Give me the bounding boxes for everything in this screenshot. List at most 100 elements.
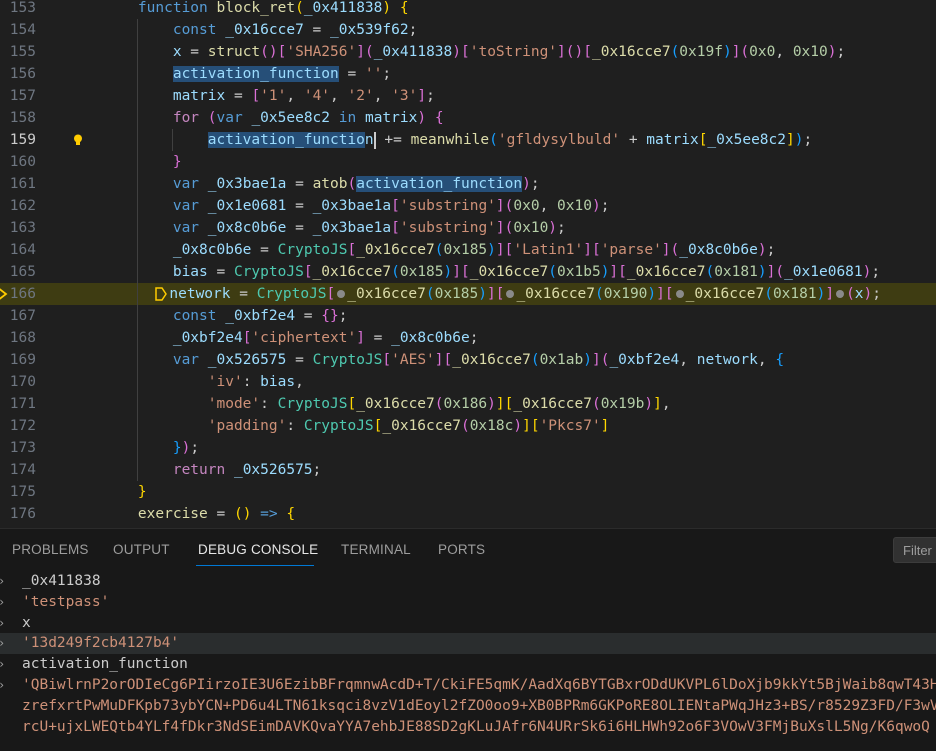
line-number[interactable]: 155 (0, 41, 36, 63)
line-number[interactable]: 173 (0, 437, 36, 459)
code-text[interactable]: var _0x8c0b6e = _0x3bae1a['substring'](0… (103, 217, 566, 239)
line-number[interactable]: 168 (0, 327, 36, 349)
code-text[interactable]: } (103, 151, 182, 173)
lightbulb-icon[interactable] (73, 134, 83, 146)
code-text[interactable]: return _0x526575; (103, 459, 321, 481)
console-text: 'testpass' (22, 593, 110, 610)
code-text[interactable]: x = struct()['SHA256'](_0x411838)['toStr… (103, 41, 845, 63)
line-number[interactable]: 167 (0, 305, 36, 327)
code-text[interactable]: _0xbf2e4['ciphertext'] = _0x8c0b6e; (103, 327, 479, 349)
tab-debug-console[interactable]: DEBUG CONSOLE (198, 542, 318, 557)
code-line[interactable]: 155 x = struct()['SHA256'](_0x411838)['t… (0, 41, 936, 63)
code-text[interactable]: for (var _0x5ee8c2 in matrix) { (103, 107, 444, 129)
code-text[interactable]: bias = CryptoJS[_0x16cce7(0x185)][_0x16c… (103, 261, 880, 283)
code-line[interactable]: 158 for (var _0x5ee8c2 in matrix) { (0, 107, 936, 129)
code-text[interactable]: 'iv': bias, (103, 371, 304, 393)
code-text[interactable]: activation_function += meanwhile('gfldys… (103, 129, 812, 151)
inline-breakpoint-icon[interactable] (155, 287, 168, 301)
code-line[interactable]: 157 matrix = ['1', '4', '2', '3']; (0, 85, 936, 107)
code-line[interactable]: 160 } (0, 151, 936, 173)
code-text[interactable]: _0x8c0b6e = CryptoJS[_0x16cce7(0x185)]['… (103, 239, 775, 261)
output-chevron-icon: › (0, 633, 5, 654)
code-line[interactable]: 175 } (0, 481, 936, 503)
bottom-panel: PROBLEMS OUTPUT DEBUG CONSOLE TERMINAL PORTS… (0, 528, 936, 751)
console-input-line: › _0x411838 (0, 571, 936, 592)
code-text[interactable]: activation_function = ''; (103, 63, 391, 85)
console-input-line: ›x (0, 613, 936, 634)
output-chevron-icon: › (0, 592, 5, 613)
code-text[interactable]: network = CryptoJS[_0x16cce7(0x185)][_0x… (103, 283, 881, 305)
code-text[interactable]: var _0x3bae1a = atob(activation_function… (103, 173, 540, 195)
code-line[interactable]: 163 var _0x8c0b6e = _0x3bae1a['substring… (0, 217, 936, 239)
code-text[interactable]: matrix = ['1', '4', '2', '3']; (103, 85, 435, 107)
code-text[interactable]: const _0xbf2e4 = {}; (103, 305, 348, 327)
line-number[interactable]: 175 (0, 481, 36, 503)
line-number[interactable]: 165 (0, 261, 36, 283)
console-output-line: › '13d249f2cb4127b4' (0, 633, 936, 655)
line-number[interactable]: 153 (0, 0, 36, 19)
line-number[interactable]: 169 (0, 349, 36, 371)
code-line[interactable]: 173 }); (0, 437, 936, 459)
code-line[interactable]: 159 activation_function += meanwhile('gf… (0, 129, 936, 151)
code-line[interactable]: 170 'iv': bias, (0, 371, 936, 393)
code-text[interactable]: function block_ret(_0x411838) { (103, 0, 409, 19)
code-text[interactable]: } (103, 481, 147, 503)
code-line[interactable]: 162 var _0x1e0681 = _0x3bae1a['substring… (0, 195, 936, 217)
console-text: x (22, 614, 31, 631)
code-editor[interactable]: 153 function block_ret(_0x411838) {154 c… (0, 0, 936, 528)
code-line[interactable]: 172 'padding': CryptoJS[_0x16cce7(0x18c)… (0, 415, 936, 437)
line-number[interactable]: 176 (0, 503, 36, 525)
code-text[interactable]: 'padding': CryptoJS[_0x16cce7(0x18c)]['P… (103, 415, 610, 437)
tab-terminal[interactable]: TERMINAL (341, 542, 411, 557)
input-chevron-icon: › (0, 571, 5, 592)
active-tab-indicator (196, 565, 314, 566)
tab-ports[interactable]: PORTS (438, 542, 485, 557)
code-text[interactable]: const _0x16cce7 = _0x539f62; (103, 19, 417, 41)
line-number[interactable]: 174 (0, 459, 36, 481)
console-text: zrefxrtPwMuDFKpb73ybYCN+PD6u4LTN61ksqci8… (22, 697, 936, 714)
tab-problems[interactable]: PROBLEMS (12, 542, 89, 557)
code-line[interactable]: 168 _0xbf2e4['ciphertext'] = _0x8c0b6e; (0, 327, 936, 349)
code-text[interactable]: }); (103, 437, 199, 459)
code-line[interactable]: 154 const _0x16cce7 = _0x539f62; (0, 19, 936, 41)
tab-output[interactable]: OUTPUT (113, 542, 170, 557)
code-text[interactable]: var _0x526575 = CryptoJS['AES'][_0x16cce… (103, 349, 784, 371)
code-line[interactable]: 167 const _0xbf2e4 = {}; (0, 305, 936, 327)
code-line[interactable]: 176 exercise = () => { (0, 503, 936, 525)
line-number[interactable]: 170 (0, 371, 36, 393)
line-number[interactable]: 156 (0, 63, 36, 85)
code-line[interactable]: 161 var _0x3bae1a = atob(activation_func… (0, 173, 936, 195)
code-line[interactable]: 156 activation_function = ''; (0, 63, 936, 85)
line-number[interactable]: 160 (0, 151, 36, 173)
console-text: 'QBiwlrnP2orODIeCg6PIirzoIE3U6EzibBFrqmn… (22, 677, 936, 693)
line-number[interactable]: 157 (0, 85, 36, 107)
code-line[interactable]: 171 'mode': CryptoJS[_0x16cce7(0x186)][_… (0, 393, 936, 415)
code-line[interactable]: 166 network = CryptoJS[_0x16cce7(0x185)]… (0, 283, 936, 305)
code-line[interactable]: 174 return _0x526575; (0, 459, 936, 481)
code-line[interactable]: 164 _0x8c0b6e = CryptoJS[_0x16cce7(0x185… (0, 239, 936, 261)
debug-stop-arrow-icon (0, 288, 8, 300)
code-text[interactable]: var _0x1e0681 = _0x3bae1a['substring'](0… (103, 195, 610, 217)
input-chevron-icon: › (0, 654, 5, 675)
code-line[interactable]: 153 function block_ret(_0x411838) { (0, 0, 936, 19)
line-number[interactable]: 161 (0, 173, 36, 195)
console-input-line: › activation_function (0, 654, 936, 675)
console-text: _0x411838 (22, 573, 101, 589)
console-output-line: › 'testpass' (0, 592, 936, 613)
console-text: '13d249f2cb4127b4' (22, 635, 180, 652)
code-text[interactable]: exercise = () => { (103, 503, 295, 525)
line-number[interactable]: 158 (0, 107, 36, 129)
code-line[interactable]: 165 bias = CryptoJS[_0x16cce7(0x185)][_0… (0, 261, 936, 283)
line-number[interactable]: 164 (0, 239, 36, 261)
code-text[interactable]: 'mode': CryptoJS[_0x16cce7(0x186)][_0x16… (103, 393, 671, 415)
console-filter-input[interactable]: Filter (893, 537, 936, 563)
line-number[interactable]: 159 (0, 129, 36, 151)
console-output-line: rcU+ujxLWEQtb4YLf4fDkr3NdSEimDAVKQvaYYA7… (0, 717, 936, 738)
line-number[interactable]: 172 (0, 415, 36, 437)
line-number[interactable]: 163 (0, 217, 36, 239)
input-chevron-icon: › (0, 613, 5, 634)
line-number[interactable]: 154 (0, 19, 36, 41)
line-number[interactable]: 171 (0, 393, 36, 415)
line-number[interactable]: 162 (0, 195, 36, 217)
code-line[interactable]: 169 var _0x526575 = CryptoJS['AES'][_0x1… (0, 349, 936, 371)
